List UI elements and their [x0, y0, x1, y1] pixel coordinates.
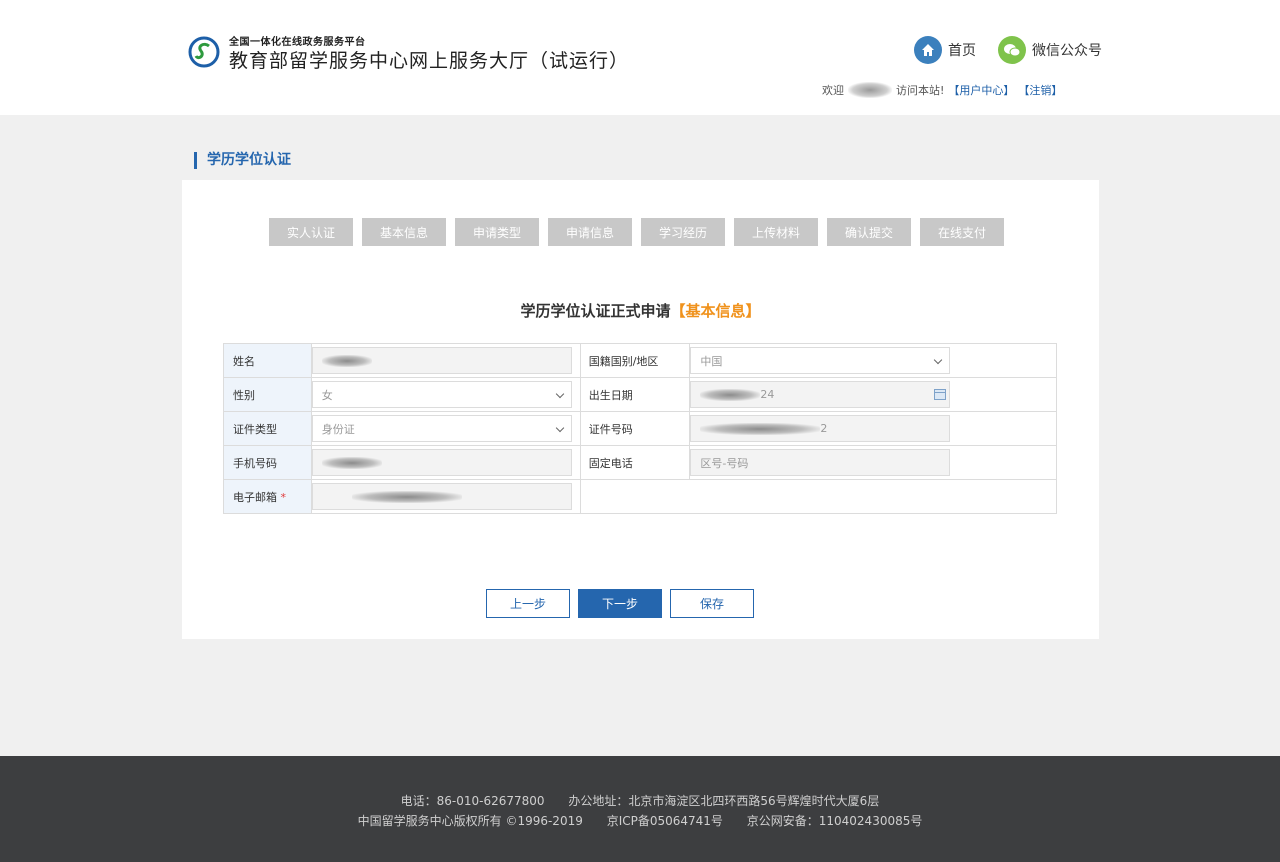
form-title: 学历学位认证正式申请【基本信息】 — [182, 300, 1099, 321]
blurred-username — [848, 82, 892, 98]
id-number-tail: 2 — [820, 422, 828, 435]
save-button[interactable]: 保存 — [670, 589, 754, 618]
landline-field[interactable]: 区号-号码 — [690, 449, 951, 476]
form-row: 性别 女 出生日期 24 — [223, 377, 1057, 412]
gender-label: 性别 — [223, 377, 312, 412]
blurred-email — [351, 490, 462, 503]
step-online-payment[interactable]: 在线支付 — [920, 218, 1004, 246]
site-logo-icon — [188, 36, 220, 68]
landline-label: 固定电话 — [579, 445, 691, 480]
footer-copyright: 中国留学服务中心版权所有 ©1996-2019 — [357, 814, 583, 828]
nav-home-label: 首页 — [948, 43, 976, 59]
next-step-button[interactable]: 下一步 — [578, 589, 662, 618]
basic-info-form: 姓名 国籍国别/地区 中国 性别 女 出生日期 24 证件类型 身份证 证件号码… — [223, 343, 1058, 514]
id-type-select[interactable]: 身份证 — [311, 415, 572, 442]
footer-address: 办公地址：北京市海淀区北四环西路56号辉煌时代大厦6层 — [568, 794, 880, 808]
welcome-prefix: 欢迎 — [822, 84, 844, 97]
calendar-icon[interactable] — [934, 389, 947, 400]
footer-phone: 电话：86-010-62677800 — [400, 794, 545, 808]
birth-date-field[interactable]: 24 — [690, 381, 951, 408]
id-type-label: 证件类型 — [223, 411, 312, 446]
step-real-person[interactable]: 实人认证 — [269, 218, 353, 246]
nav-wechat-link[interactable]: 微信公众号 — [998, 36, 1102, 64]
blurred-birth-date — [700, 388, 761, 401]
birth-date-tail: 24 — [760, 388, 775, 401]
form-row: 电子邮箱 * — [223, 479, 1058, 514]
form-row: 姓名 国籍国别/地区 中国 — [223, 343, 1057, 378]
form-title-highlight: 【基本信息】 — [670, 302, 761, 320]
site-header: 全国一体化在线政务服务平台 教育部留学服务中心网上服务大厅（试运行） 首页 微信… — [0, 0, 1280, 115]
step-application-info[interactable]: 申请信息 — [548, 218, 632, 246]
email-label: 电子邮箱 * — [223, 479, 312, 514]
nationality-select[interactable]: 中国 — [690, 347, 951, 374]
blurred-name — [321, 354, 372, 367]
step-basic-info[interactable]: 基本信息 — [362, 218, 446, 246]
home-icon — [914, 36, 942, 64]
id-number-field[interactable]: 2 — [690, 415, 951, 442]
email-label-text: 电子邮箱 — [233, 490, 277, 504]
gender-value: 女 — [321, 388, 333, 402]
section-title: 学历学位认证 — [194, 152, 291, 169]
wechat-icon — [998, 36, 1026, 64]
step-application-type[interactable]: 申请类型 — [455, 218, 539, 246]
name-label: 姓名 — [223, 343, 312, 378]
name-field[interactable] — [311, 347, 572, 374]
platform-title: 教育部留学服务中心网上服务大厅（试运行） — [229, 50, 630, 72]
footer-police: 京公网安备：110402430085号 — [746, 814, 923, 828]
welcome-suffix: 访问本站! — [896, 84, 945, 97]
step-study-history[interactable]: 学习经历 — [641, 218, 725, 246]
form-actions: 上一步 下一步 保存 — [486, 589, 754, 618]
email-field[interactable] — [311, 483, 572, 510]
nav-wechat-label: 微信公众号 — [1032, 43, 1102, 59]
landline-placeholder: 区号-号码 — [700, 456, 749, 470]
step-nav: 实人认证 基本信息 申请类型 申请信息 学习经历 上传材料 确认提交 在线支付 — [269, 218, 1004, 246]
mobile-label: 手机号码 — [223, 445, 312, 480]
step-upload-materials[interactable]: 上传材料 — [734, 218, 818, 246]
nationality-value: 中国 — [700, 354, 723, 368]
form-row: 证件类型 身份证 证件号码 2 — [223, 411, 1057, 446]
nav-home-link[interactable]: 首页 — [914, 36, 976, 64]
id-type-value: 身份证 — [321, 422, 355, 436]
blurred-mobile — [321, 456, 382, 469]
required-mark: * — [280, 490, 287, 504]
user-center-link[interactable]: 【用户中心】 — [948, 82, 1014, 98]
main-panel: 实人认证 基本信息 申请类型 申请信息 学习经历 上传材料 确认提交 在线支付 … — [182, 180, 1099, 639]
mobile-field[interactable] — [311, 449, 572, 476]
form-row: 手机号码 固定电话 区号-号码 — [223, 445, 1057, 480]
welcome-bar: 欢迎 访问本站! 【用户中心】 【注销】 — [822, 82, 1062, 98]
footer-icp: 京ICP备05064741号 — [606, 814, 723, 828]
id-number-label: 证件号码 — [579, 411, 691, 446]
logout-link[interactable]: 【注销】 — [1018, 82, 1062, 98]
gender-select[interactable]: 女 — [311, 381, 572, 408]
birth-date-label: 出生日期 — [579, 377, 691, 412]
site-footer: 电话：86-010-62677800 办公地址：北京市海淀区北四环西路56号辉煌… — [0, 756, 1280, 862]
nationality-label: 国籍国别/地区 — [579, 343, 691, 378]
prev-step-button[interactable]: 上一步 — [486, 589, 570, 618]
blurred-id-number — [700, 422, 821, 435]
form-title-main: 学历学位认证正式申请 — [520, 302, 671, 320]
step-confirm-submit[interactable]: 确认提交 — [827, 218, 911, 246]
